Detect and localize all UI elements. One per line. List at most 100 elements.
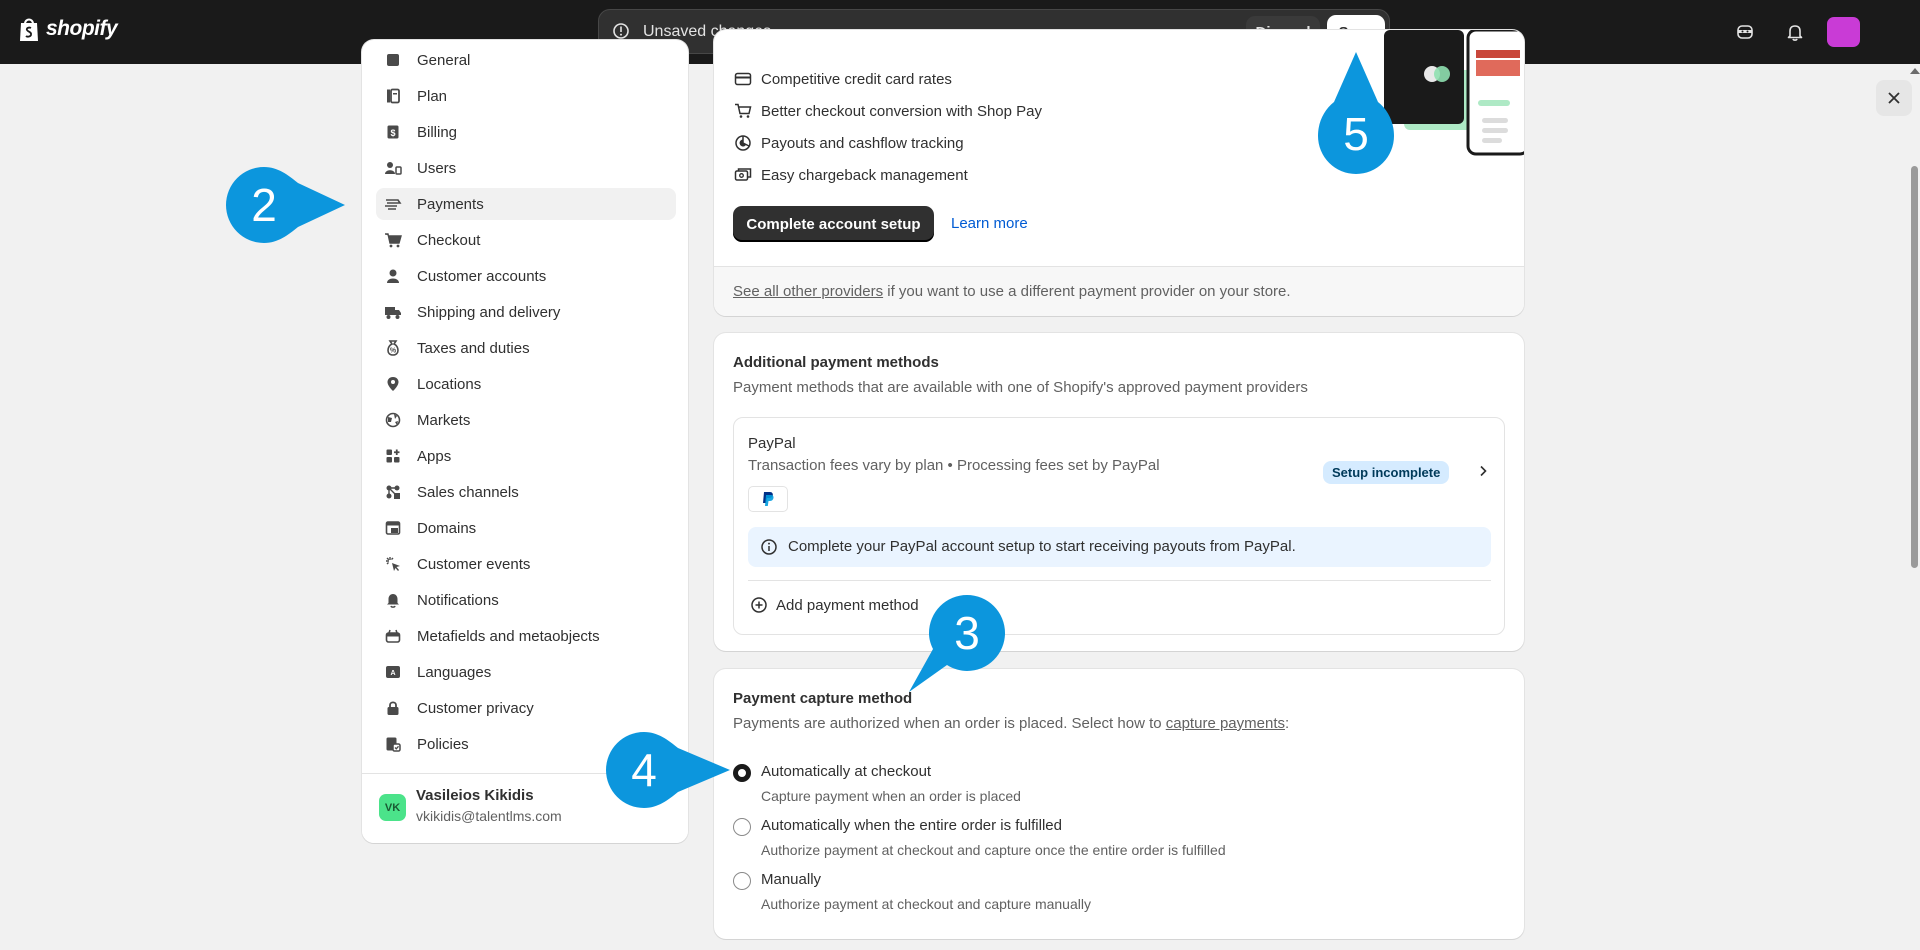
sidebar-item-customer-events[interactable]: Customer events <box>376 548 676 580</box>
tax-icon: % <box>384 339 402 357</box>
chargeback-icon <box>734 168 752 181</box>
sidebar-item-shipping[interactable]: Shipping and delivery <box>376 296 676 328</box>
sidebar-item-label: Taxes and duties <box>417 339 530 357</box>
payment-capture-card: Payment capture method Payments are auth… <box>714 669 1524 939</box>
user-avatar: VK <box>379 794 406 821</box>
section-subtitle: Payment methods that are available with … <box>733 379 1308 396</box>
feature-item: Competitive credit card rates <box>734 70 952 88</box>
radio-help: Authorize payment at checkout and captur… <box>761 842 1226 858</box>
info-icon <box>761 539 777 555</box>
radio-help: Capture payment when an order is placed <box>761 788 1021 804</box>
sidebar-item-general[interactable]: General <box>376 44 676 76</box>
see-other-providers-link[interactable]: See all other providers <box>733 283 883 300</box>
svg-text:%: % <box>390 348 397 355</box>
shopify-logo[interactable]: shopify <box>18 16 118 42</box>
add-payment-method-button[interactable]: Add payment method <box>750 596 919 614</box>
truck-icon <box>384 303 402 321</box>
apps-icon <box>384 447 402 465</box>
sidekick-icon[interactable] <box>1735 22 1755 42</box>
radio-label[interactable]: Automatically when the entire order is f… <box>761 817 1062 834</box>
sidebar-item-label: Policies <box>417 735 469 753</box>
sidebar-item-markets[interactable]: Markets <box>376 404 676 436</box>
domains-icon <box>384 519 402 537</box>
callout-2: 2 <box>251 179 277 231</box>
bell-icon <box>384 591 402 609</box>
user-email: vkikidis@talentlms.com <box>416 808 562 824</box>
radio-label[interactable]: Manually <box>761 871 821 888</box>
sidebar-item-metafields[interactable]: Metafields and metaobjects <box>376 620 676 652</box>
chart-pie-icon <box>735 135 751 151</box>
user-name: Vasileios Kikidis <box>416 787 534 804</box>
sidebar-item-notifications[interactable]: Notifications <box>376 584 676 616</box>
additional-payment-methods-card: Additional payment methods Payment metho… <box>714 333 1524 651</box>
paypal-method-row[interactable]: PayPal Transaction fees vary by plan • P… <box>733 417 1505 635</box>
paypal-name: PayPal <box>748 435 796 452</box>
feature-item: Better checkout conversion with Shop Pay <box>734 102 1042 120</box>
sidebar-item-label: Shipping and delivery <box>417 303 561 321</box>
radio-automatic-fulfilled[interactable] <box>733 818 751 836</box>
alert-circle-icon <box>613 23 629 39</box>
sidebar-item-label: Languages <box>417 663 492 681</box>
callout-3: 3 <box>954 607 980 659</box>
sidebar-item-users[interactable]: Users <box>376 152 676 184</box>
sidebar-item-checkout[interactable]: Checkout <box>376 224 676 256</box>
radio-label[interactable]: Automatically at checkout <box>761 763 931 780</box>
sidebar-item-label: Locations <box>417 375 482 393</box>
brand-name: shopify <box>46 17 118 40</box>
sidebar-item-locations[interactable]: Locations <box>376 368 676 400</box>
sidebar-item-label: Notifications <box>417 591 499 609</box>
plan-icon <box>384 87 402 105</box>
close-icon <box>1888 92 1900 104</box>
sidebar-item-languages[interactable]: A Languages <box>376 656 676 688</box>
cart-icon <box>735 103 752 118</box>
chevron-right-icon[interactable] <box>1476 464 1490 478</box>
sidebar-item-taxes[interactable]: % Taxes and duties <box>376 332 676 364</box>
radio-help: Authorize payment at checkout and captur… <box>761 896 1091 912</box>
lock-icon <box>384 699 402 717</box>
billing-icon: $ <box>384 123 402 141</box>
callout-4: 4 <box>631 744 657 796</box>
sidebar-item-label: Customer accounts <box>417 267 547 285</box>
sidebar-item-label: Markets <box>417 411 471 429</box>
store-icon <box>384 51 402 69</box>
cart-icon <box>384 231 402 249</box>
radio-automatic-checkout[interactable] <box>733 764 751 782</box>
svg-text:A: A <box>390 670 395 677</box>
scrollbar-thumb[interactable] <box>1911 166 1918 568</box>
users-icon <box>384 159 402 177</box>
shopify-bag-icon <box>20 18 38 41</box>
sidebar-item-plan[interactable]: Plan <box>376 80 676 112</box>
sidebar-item-label: Metafields and metaobjects <box>417 627 600 645</box>
policies-icon <box>384 735 402 753</box>
sidebar-item-customer-privacy[interactable]: Customer privacy <box>376 692 676 724</box>
sidebar-item-label: Plan <box>417 87 448 105</box>
payments-icon <box>384 195 402 213</box>
paypal-info-banner: Complete your PayPal account setup to st… <box>748 527 1491 567</box>
store-avatar[interactable] <box>1827 17 1860 47</box>
sidebar-item-label: Sales channels <box>417 483 519 501</box>
sidebar-item-label: Billing <box>417 123 458 141</box>
sidebar-item-apps[interactable]: Apps <box>376 440 676 472</box>
close-button[interactable] <box>1876 80 1912 116</box>
setup-incomplete-badge: Setup incomplete <box>1323 461 1450 484</box>
learn-more-link[interactable]: Learn more <box>951 215 1028 232</box>
bell-icon[interactable] <box>1785 22 1805 42</box>
radio-manually[interactable] <box>733 872 751 890</box>
sidebar-item-label: Customer privacy <box>417 699 534 717</box>
paypal-logo-icon <box>748 486 788 512</box>
complete-account-setup-button[interactable]: Complete account setup <box>733 206 934 242</box>
feature-item: Payouts and cashflow tracking <box>734 134 964 152</box>
metafields-icon <box>384 627 402 645</box>
sidebar-item-sales-channels[interactable]: Sales channels <box>376 476 676 508</box>
sidebar-item-payments[interactable]: Payments <box>376 188 676 220</box>
sidebar-item-label: Checkout <box>417 231 481 249</box>
sidebar-item-billing[interactable]: $ Billing <box>376 116 676 148</box>
shopify-payments-card: Competitive credit card rates Better che… <box>714 30 1524 316</box>
sidebar-item-label: Domains <box>417 519 477 537</box>
sidebar-item-label: Customer events <box>417 555 531 573</box>
sidebar-item-domains[interactable]: Domains <box>376 512 676 544</box>
sidebar-item-customer-accounts[interactable]: Customer accounts <box>376 260 676 292</box>
sidebar-item-label: General <box>417 51 471 69</box>
scroll-up-arrow[interactable] <box>1910 68 1920 74</box>
capture-payments-link[interactable]: capture payments <box>1166 715 1285 732</box>
